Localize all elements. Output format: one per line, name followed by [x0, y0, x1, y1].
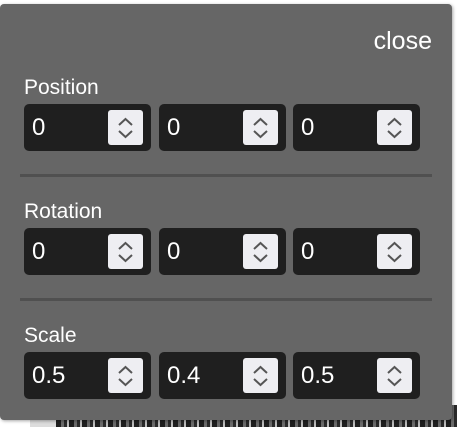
rotation-x-input[interactable]: 0	[24, 228, 151, 275]
scale-z-value[interactable]: 0.5	[301, 352, 334, 399]
up-down-chevron-icon[interactable]	[108, 234, 143, 269]
position-group: Position 0 0 0	[24, 76, 424, 151]
rotation-label: Rotation	[24, 200, 103, 223]
scale-label: Scale	[24, 324, 77, 347]
scale-x-value[interactable]: 0.5	[32, 352, 65, 399]
up-down-chevron-icon[interactable]	[243, 234, 278, 269]
scale-z-input[interactable]: 0.5	[293, 352, 420, 399]
up-down-chevron-icon[interactable]	[243, 110, 278, 145]
divider	[20, 174, 432, 177]
up-down-chevron-icon[interactable]	[243, 358, 278, 393]
position-fields: 0 0 0	[24, 104, 424, 152]
rotation-group: Rotation 0 0 0	[24, 200, 424, 275]
up-down-chevron-icon[interactable]	[377, 358, 412, 393]
position-z-input[interactable]: 0	[293, 104, 420, 151]
close-button[interactable]: close	[374, 26, 432, 56]
position-x-value[interactable]: 0	[32, 104, 45, 151]
position-x-input[interactable]: 0	[24, 104, 151, 151]
scale-y-input[interactable]: 0.4	[159, 352, 286, 399]
scale-y-value[interactable]: 0.4	[167, 352, 200, 399]
position-y-value[interactable]: 0	[167, 104, 180, 151]
rotation-x-value[interactable]: 0	[32, 228, 45, 275]
position-y-input[interactable]: 0	[159, 104, 286, 151]
up-down-chevron-icon[interactable]	[377, 110, 412, 145]
scale-x-input[interactable]: 0.5	[24, 352, 151, 399]
rotation-fields: 0 0 0	[24, 228, 424, 276]
rotation-y-input[interactable]: 0	[159, 228, 286, 275]
position-z-value[interactable]: 0	[301, 104, 314, 151]
rotation-z-value[interactable]: 0	[301, 228, 314, 275]
rotation-z-input[interactable]: 0	[293, 228, 420, 275]
scale-fields: 0.5 0.4 0.5	[24, 352, 424, 400]
rotation-y-value[interactable]: 0	[167, 228, 180, 275]
divider	[20, 298, 432, 301]
transform-panel: close Position 0 0 0 Rotation 0 0 0 Scal…	[0, 4, 452, 420]
position-label: Position	[24, 76, 99, 99]
scale-group: Scale 0.5 0.4 0.5	[24, 324, 424, 399]
up-down-chevron-icon[interactable]	[108, 110, 143, 145]
up-down-chevron-icon[interactable]	[108, 358, 143, 393]
up-down-chevron-icon[interactable]	[377, 234, 412, 269]
